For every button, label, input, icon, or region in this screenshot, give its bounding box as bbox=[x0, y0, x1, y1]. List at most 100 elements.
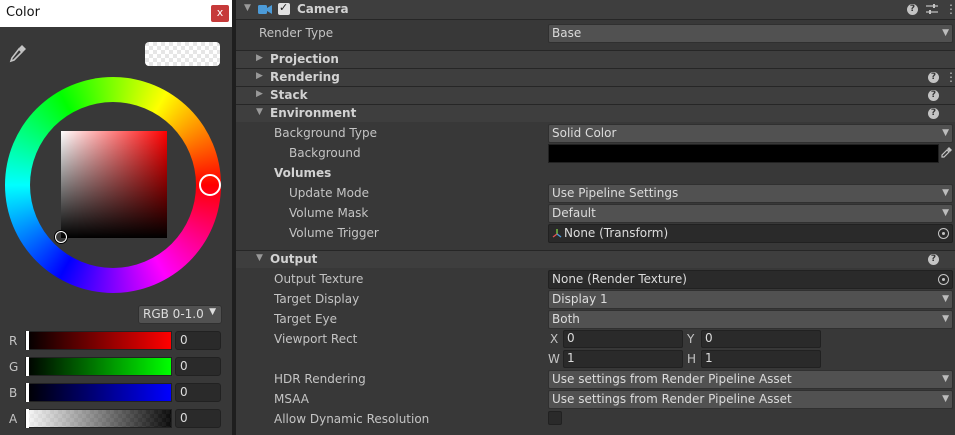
channel-a-field[interactable]: 0 bbox=[175, 409, 221, 428]
eyedropper-icon[interactable] bbox=[8, 43, 28, 63]
viewport-h-field[interactable]: 1 bbox=[701, 350, 821, 368]
section-rendering[interactable]: ▶ Rendering ? ⋮ bbox=[236, 68, 955, 86]
render-type-dropdown[interactable]: Base ▼ bbox=[548, 24, 953, 43]
channel-a-handle[interactable] bbox=[26, 409, 29, 428]
viewport-x-field[interactable]: 0 bbox=[563, 330, 683, 348]
section-stack-title: Stack bbox=[270, 88, 308, 102]
foldout-arrow-icon[interactable]: ▼ bbox=[244, 3, 251, 13]
chevron-down-icon: ▼ bbox=[942, 128, 949, 138]
render-type-value: Base bbox=[552, 26, 582, 40]
viewport-x-label: X bbox=[550, 332, 559, 346]
help-icon[interactable]: ? bbox=[928, 90, 939, 101]
hue-handle[interactable] bbox=[199, 174, 221, 196]
channel-b-field[interactable]: 0 bbox=[175, 383, 221, 402]
checkmark-icon: ✓ bbox=[279, 1, 289, 14]
channel-a-label: A bbox=[9, 412, 18, 426]
chevron-down-icon: ▼ bbox=[942, 294, 949, 304]
object-picker-icon[interactable] bbox=[938, 274, 949, 285]
channel-g-slider[interactable] bbox=[25, 357, 172, 376]
section-output[interactable]: ▼ Output ? bbox=[236, 250, 955, 268]
help-icon[interactable]: ? bbox=[928, 72, 939, 83]
target-eye-dropdown[interactable]: Both ▼ bbox=[548, 310, 953, 329]
channel-g-field[interactable]: 0 bbox=[175, 357, 221, 376]
channel-r-slider[interactable] bbox=[25, 331, 172, 350]
viewport-w-label: W bbox=[548, 352, 560, 366]
close-button[interactable]: x bbox=[211, 5, 229, 22]
section-stack[interactable]: ▶ Stack ? bbox=[236, 86, 955, 104]
eyedropper-icon[interactable] bbox=[941, 146, 953, 158]
viewport-y-field[interactable]: 0 bbox=[701, 330, 821, 348]
color-picker-window: Color x RGB 0-1.0 ▼ R 0 G 0 B 0 A 0 bbox=[0, 0, 232, 435]
hdr-rendering-label: HDR Rendering bbox=[274, 372, 366, 386]
foldout-arrow-icon[interactable]: ▼ bbox=[256, 107, 263, 117]
channel-b-slider[interactable] bbox=[25, 383, 172, 402]
volume-mask-label: Volume Mask bbox=[289, 206, 369, 220]
chevron-down-icon: ▼ bbox=[942, 28, 949, 38]
update-mode-dropdown[interactable]: Use Pipeline Settings ▼ bbox=[548, 184, 953, 203]
transform-icon bbox=[552, 229, 562, 238]
channel-g-value[interactable]: 0 bbox=[180, 359, 188, 373]
component-enabled-checkbox[interactable]: ✓ bbox=[278, 1, 290, 15]
context-menu-icon[interactable]: ⋮ bbox=[945, 3, 955, 15]
channel-r-handle[interactable] bbox=[26, 331, 29, 350]
help-icon[interactable]: ? bbox=[928, 108, 939, 119]
saturation-value-square[interactable] bbox=[61, 131, 167, 238]
viewport-h-value[interactable]: 1 bbox=[705, 351, 713, 365]
help-icon[interactable]: ? bbox=[907, 4, 918, 15]
channel-b-value[interactable]: 0 bbox=[180, 385, 188, 399]
color-mode-dropdown[interactable]: RGB 0-1.0 ▼ bbox=[138, 305, 222, 324]
volume-trigger-value: None (Transform) bbox=[564, 226, 669, 240]
channel-r-field[interactable]: 0 bbox=[175, 331, 221, 350]
section-environment[interactable]: ▼ Environment ? bbox=[236, 104, 955, 122]
volumes-label: Volumes bbox=[274, 166, 332, 180]
color-mode-label: RGB 0-1.0 bbox=[143, 307, 204, 321]
hdr-rendering-value: Use settings from Render Pipeline Asset bbox=[552, 372, 792, 386]
allow-dynamic-resolution-label: Allow Dynamic Resolution bbox=[274, 412, 430, 426]
allow-dynamic-resolution-checkbox[interactable] bbox=[548, 411, 562, 425]
background-color-field[interactable] bbox=[548, 144, 939, 163]
section-rendering-title: Rendering bbox=[270, 70, 340, 84]
viewport-rect-label: Viewport Rect bbox=[274, 332, 358, 346]
viewport-y-value[interactable]: 0 bbox=[705, 331, 713, 345]
close-icon[interactable]: x bbox=[217, 6, 224, 19]
presets-icon[interactable] bbox=[926, 3, 938, 15]
target-display-value: Display 1 bbox=[552, 292, 608, 306]
output-texture-field[interactable]: None (Render Texture) bbox=[548, 270, 953, 289]
target-eye-value: Both bbox=[552, 312, 580, 326]
color-preview-swatch bbox=[145, 42, 220, 66]
hdr-rendering-dropdown[interactable]: Use settings from Render Pipeline Asset … bbox=[548, 370, 953, 389]
help-icon[interactable]: ? bbox=[928, 254, 939, 265]
channel-r-value[interactable]: 0 bbox=[180, 333, 188, 347]
saturation-value-handle[interactable] bbox=[55, 231, 67, 243]
channel-a-value[interactable]: 0 bbox=[180, 411, 188, 425]
background-type-dropdown[interactable]: Solid Color ▼ bbox=[548, 124, 953, 143]
color-picker-titlebar[interactable]: Color x bbox=[0, 0, 232, 27]
output-texture-label: Output Texture bbox=[274, 272, 364, 286]
msaa-dropdown[interactable]: Use settings from Render Pipeline Asset … bbox=[548, 390, 953, 409]
channel-r-label: R bbox=[9, 334, 18, 348]
context-menu-icon[interactable]: ⋮ bbox=[945, 71, 955, 83]
volume-trigger-field[interactable]: None (Transform) bbox=[548, 224, 953, 243]
foldout-arrow-icon[interactable]: ▶ bbox=[256, 53, 263, 63]
foldout-arrow-icon[interactable]: ▶ bbox=[256, 89, 263, 99]
output-texture-value: None (Render Texture) bbox=[552, 272, 687, 286]
target-display-dropdown[interactable]: Display 1 ▼ bbox=[548, 290, 953, 309]
channel-a-slider[interactable] bbox=[25, 409, 172, 428]
viewport-w-value[interactable]: 1 bbox=[567, 351, 575, 365]
foldout-arrow-icon[interactable]: ▼ bbox=[256, 253, 263, 263]
target-display-label: Target Display bbox=[274, 292, 360, 306]
section-projection[interactable]: ▶ Projection bbox=[236, 50, 955, 68]
channel-b-handle[interactable] bbox=[26, 383, 29, 402]
camera-component-header[interactable]: ▼ ✓ Camera ? ⋮ bbox=[236, 0, 955, 20]
chevron-down-icon: ▼ bbox=[942, 188, 949, 198]
viewport-w-field[interactable]: 1 bbox=[563, 350, 683, 368]
foldout-arrow-icon[interactable]: ▶ bbox=[256, 71, 263, 81]
render-type-label: Render Type bbox=[259, 26, 334, 40]
viewport-x-value[interactable]: 0 bbox=[567, 331, 575, 345]
channel-g-label: G bbox=[9, 360, 19, 374]
camera-icon bbox=[258, 5, 272, 14]
volume-mask-dropdown[interactable]: Default ▼ bbox=[548, 204, 953, 223]
object-picker-icon[interactable] bbox=[938, 228, 949, 239]
channel-b-label: B bbox=[9, 386, 18, 400]
channel-g-handle[interactable] bbox=[26, 357, 29, 376]
